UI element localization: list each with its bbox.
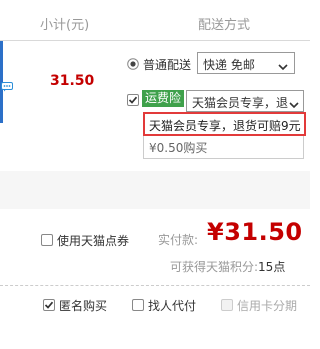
insurance-select-value: 天猫会员专享，退 [192,96,289,110]
shipping-option-label[interactable]: 普通配送 [143,56,191,73]
dropdown-option[interactable]: ¥0.50购买 [149,139,207,156]
dropdown-option-label: 天猫会员专享，退货可赔9元 [149,119,301,133]
summary-divider [0,285,310,286]
insurance-select[interactable]: 天猫会员专享，退 [186,90,304,112]
shipping-column-header: 配送方式 [198,18,251,33]
earn-points-value: 15点 [258,260,286,274]
credit-installment-label: 信用卡分期 [237,299,298,313]
shipping-select-value: 快递 免邮 [203,58,255,72]
chevron-down-icon [289,95,299,109]
insurance-badge: 运费险 [142,90,185,107]
dropdown-option-selected[interactable]: 天猫会员专享，退货可赔9元 [143,112,306,136]
credit-installment-checkbox [221,296,233,311]
chat-icon[interactable] [1,77,13,92]
anonymous-label: 匿名购买 [59,299,108,313]
proxy-pay-label: 找人代付 [148,299,197,313]
pay-amount: ¥31.50 [207,218,303,246]
subtotal-column-header: 小计(元) [40,18,90,33]
shipping-select[interactable]: 快递 免邮 [197,52,295,74]
points-checkbox[interactable] [41,231,53,246]
item-subtotal: 31.50 [50,73,95,89]
item-footer-band [0,171,310,209]
pay-label: 实付款: [158,233,199,247]
earn-points-label: 可获得天猫积分: [170,260,259,274]
chevron-down-icon [278,57,288,71]
shipping-radio[interactable] [127,55,139,70]
insurance-checkbox[interactable] [127,91,139,106]
earn-points-line: 可获得天猫积分:15点 [170,258,285,275]
anonymous-checkbox[interactable] [43,296,55,311]
points-label: 使用天猫点券 [57,234,130,248]
proxy-pay-checkbox[interactable] [132,296,144,311]
